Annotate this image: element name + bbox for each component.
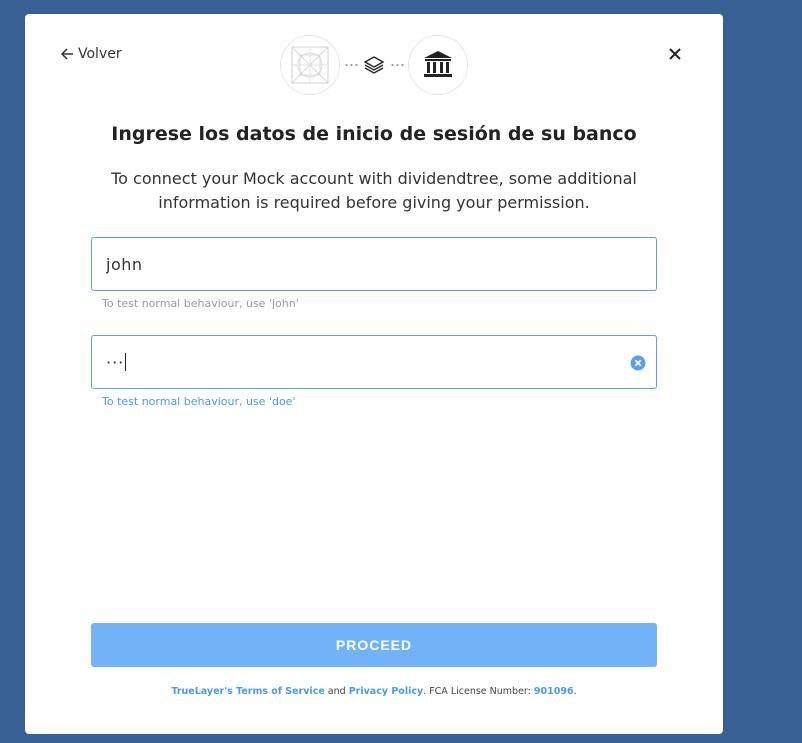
close-icon[interactable]: [667, 46, 683, 62]
provider-logo: [280, 35, 340, 95]
footer-license-text: . FCA License Number:: [423, 686, 531, 697]
password-field[interactable]: ···: [91, 335, 657, 389]
connection-logos: [280, 35, 468, 95]
proceed-button[interactable]: PROCEED: [91, 623, 657, 667]
back-label: Volver: [78, 46, 122, 62]
bank-icon: [424, 51, 452, 77]
password-input[interactable]: ···: [106, 353, 124, 372]
page-subtitle: To connect your Mock account with divide…: [111, 169, 637, 212]
username-input[interactable]: [106, 254, 642, 274]
terms-link[interactable]: TrueLayer's Terms of Service: [171, 686, 324, 697]
footer-and: and: [327, 686, 346, 697]
license-number: 901096: [533, 686, 574, 697]
layers-icon: [362, 53, 386, 77]
bank-logo: [408, 35, 468, 95]
text-caret: [125, 353, 127, 371]
privacy-link[interactable]: Privacy Policy: [349, 686, 423, 697]
arrow-left-icon: [60, 48, 73, 60]
clear-circle-icon[interactable]: [630, 355, 646, 371]
footer-end: .: [573, 686, 577, 697]
password-hint: To test normal behaviour, use 'doe': [102, 395, 296, 408]
connector-dots: [344, 64, 358, 66]
back-button[interactable]: Volver: [60, 46, 122, 62]
legal-footer: TrueLayer's Terms of Service and Privacy…: [25, 686, 723, 697]
mock-bank-logo-icon: [291, 46, 329, 84]
bank-login-modal: Volver Ingrese los datos de inicio de se…: [25, 14, 723, 734]
username-hint: To test normal behaviour, use 'john': [102, 297, 299, 310]
page-title: Ingrese los datos de inicio de sesión de…: [111, 123, 637, 145]
username-field[interactable]: [91, 237, 657, 291]
connector-dots: [390, 64, 404, 66]
